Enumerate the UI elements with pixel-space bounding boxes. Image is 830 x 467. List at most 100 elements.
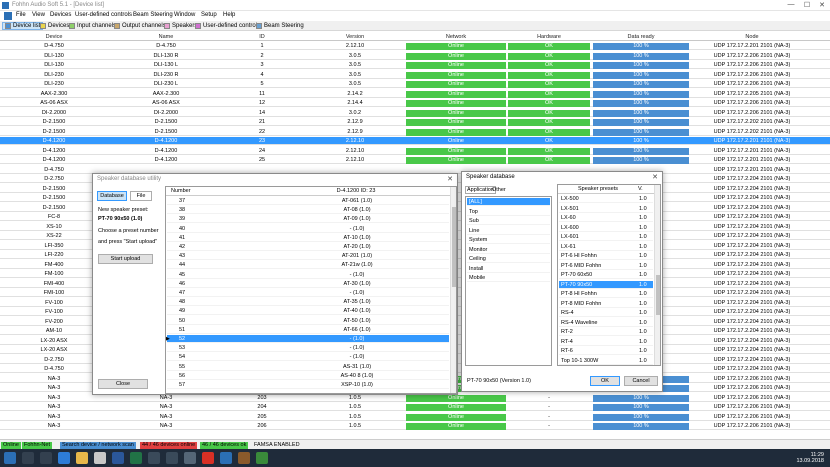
table-row[interactable]: DLI-130 DLI-130 R 2 3.0.5 Online OK 100 % UDP 1… <box>0 52 830 60</box>
menu-beam-steering[interactable]: Beam Steering <box>133 12 173 18</box>
edge-icon[interactable] <box>58 452 70 464</box>
speaker-preset-item[interactable]: RS-4 1.0 <box>559 309 653 317</box>
toolbar-devices[interactable]: Devices <box>40 22 69 30</box>
search-icon[interactable] <box>22 452 34 464</box>
preset-slot-item[interactable]: 57 XSP-10 (1.0) <box>167 381 449 389</box>
preset-slot-item[interactable]: 49 AT-40 (1.0) <box>167 307 449 316</box>
ok-button[interactable]: OK <box>590 376 620 386</box>
speaker-preset-item[interactable]: PT-70 90x50 1.0 <box>559 280 653 289</box>
speaker-preset-item[interactable]: PT-6 HI Fohhn 1.0 <box>559 252 653 260</box>
start-icon[interactable] <box>4 452 16 464</box>
table-row[interactable]: D-4.1200 D-4.1200 25 2.12.10 Online OK 100 % UD… <box>0 156 830 164</box>
tab-file[interactable]: File <box>130 191 152 201</box>
preset-slot-scrollbar[interactable] <box>450 187 456 393</box>
speaker-preset-item[interactable]: PT-8 HI Fohhn 1.0 <box>559 290 653 298</box>
table-row[interactable]: D-4.1200 D-4.1200 24 2.12.10 Online OK 100 % UD… <box>0 147 830 155</box>
toolbar-device-list[interactable]: Device list <box>2 22 44 30</box>
chrome-icon[interactable] <box>202 452 214 464</box>
speaker-preset-item[interactable]: LX-501 1.0 <box>559 205 653 213</box>
preset-slot-item[interactable]: 50 AT-50 (1.0) <box>167 317 449 325</box>
category-item[interactable]: Line <box>467 227 550 235</box>
speaker-preset-item[interactable]: LX-60 1.0 <box>559 214 653 222</box>
speaker-database-close-icon[interactable]: ✕ <box>652 173 658 181</box>
close-button[interactable]: Close <box>98 379 148 389</box>
col-name[interactable]: Name <box>112 34 220 40</box>
menu-view[interactable]: View <box>32 12 45 18</box>
close-button[interactable]: ✕ <box>815 1 829 9</box>
preset-slot-item[interactable]: 43 AT-201 (1.0) <box>167 252 449 261</box>
speaker-preset-item[interactable]: LX-61 1.0 <box>559 243 653 251</box>
col-hardware[interactable]: Hardware <box>508 34 590 40</box>
speaker-preset-item[interactable]: RS-4 Waveline 1.0 <box>559 319 653 327</box>
table-row[interactable]: AAX-2.300 AAX-2.300 11 2.14.2 Online OK 100 % U… <box>0 90 830 98</box>
preset-slot-item[interactable]: 48 AT-35 (1.0) <box>167 298 449 307</box>
speaker-preset-scrollbar[interactable] <box>654 185 660 365</box>
dialog-close-icon[interactable]: ✕ <box>447 175 453 183</box>
table-row[interactable]: D-4.750 D-4.750 1 2.12.10 Online OK 100 % UDP 1… <box>0 42 830 50</box>
col-network[interactable]: Network <box>406 34 506 40</box>
category-item[interactable]: [ALL] <box>467 198 550 206</box>
speaker-preset-item[interactable]: LX-500 1.0 <box>559 195 653 203</box>
toolbar-speakers[interactable]: Speakers <box>164 22 197 30</box>
app-icon-5[interactable] <box>256 452 268 464</box>
category-item[interactable]: Mobile <box>467 274 550 282</box>
table-row[interactable]: DLI-130 DLI-130 L 3 3.0.5 Online OK 100 % UDP 1… <box>0 61 830 69</box>
preset-slot-item[interactable]: 41 AT-10 (1.0) <box>167 234 449 242</box>
preset-slot-item[interactable]: 54 - (1.0) <box>167 353 449 362</box>
tab-database[interactable]: Database <box>97 191 127 201</box>
preset-slot-item[interactable]: 40 - (1.0) <box>167 225 449 233</box>
table-row[interactable]: D-2.1500 D-2.1500 22 2.12.9 Online OK 100 % UDP… <box>0 128 830 136</box>
category-item[interactable]: Top <box>467 208 550 216</box>
preset-slot-item[interactable]: 38 AT-08 (1.0) <box>167 206 449 215</box>
col-data-ready[interactable]: Data ready <box>593 34 689 40</box>
task-view-icon[interactable] <box>40 452 52 464</box>
toolbar-user-defined-controls[interactable]: User-defined controls <box>195 22 260 30</box>
table-row[interactable]: DLI-230 DLI-230 L 5 3.0.5 Online OK 100 % UDP 1… <box>0 80 830 88</box>
preset-slot-item[interactable]: 56 AS-40 8 (1.0) <box>167 372 449 380</box>
word-icon[interactable] <box>112 452 124 464</box>
speaker-preset-item[interactable]: PT-70 60x50 1.0 <box>559 271 653 279</box>
preset-slot-item[interactable]: 52 - (1.0) ▶ <box>166 335 449 343</box>
preset-slot-item[interactable]: 42 AT-20 (1.0) <box>167 243 449 251</box>
toolbar-input-channels[interactable]: Input channels <box>69 22 116 30</box>
maximize-button[interactable]: ☐ <box>800 1 814 9</box>
clock[interactable]: 11:29 13.09.2018 <box>796 452 824 464</box>
excel-icon[interactable] <box>130 452 142 464</box>
minimize-button[interactable]: — <box>784 1 798 8</box>
table-row[interactable]: DI-2.2000 DI-2.2000 14 3.0.2 Online OK 100 % UD… <box>0 109 830 117</box>
preset-slot-item[interactable]: 44 AT-21w (1.0) <box>167 261 449 270</box>
preset-slot-item[interactable]: 46 AT-30 (1.0) <box>167 280 449 288</box>
cancel-button[interactable]: Cancel <box>624 376 658 386</box>
speaker-preset-item[interactable]: LX-600 1.0 <box>559 224 653 232</box>
start-upload-button[interactable]: Start upload <box>98 254 153 264</box>
table-row[interactable]: D-2.1500 D-2.1500 21 2.12.9 Online OK 100 % UDP… <box>0 118 830 126</box>
category-item[interactable]: Ceiling <box>467 255 550 263</box>
app-menu-icon[interactable] <box>4 12 12 20</box>
col-node[interactable]: Node <box>693 34 811 40</box>
preset-slot-item[interactable]: 47 - (1.0) <box>167 289 449 297</box>
menu-file[interactable]: File <box>16 12 26 18</box>
store-icon[interactable] <box>94 452 106 464</box>
menu-setup[interactable]: Setup <box>201 12 217 18</box>
app-icon-4[interactable] <box>238 452 250 464</box>
preset-slot-item[interactable]: 53 - (1.0) <box>167 344 449 353</box>
app-icon-2[interactable] <box>166 452 178 464</box>
col-id[interactable]: ID <box>222 34 302 40</box>
preset-slot-item[interactable]: 51 AT-66 (1.0) <box>167 326 449 334</box>
table-row[interactable]: NA-3 NA-3 206 1.0.5 Online - 100 % UDP 172.17.2… <box>0 422 830 430</box>
category-item[interactable]: System <box>467 236 550 244</box>
table-row[interactable]: DLI-230 DLI-230 R 4 3.0.5 Online OK 100 % UDP 1… <box>0 71 830 79</box>
scroll-thumb[interactable] <box>452 207 456 287</box>
category-item[interactable]: Monitor <box>467 246 550 254</box>
preset-slot-item[interactable]: 55 AS-31 (1.0) <box>167 363 449 371</box>
table-row[interactable]: AS-06 ASX AS-06 ASX 12 2.14.4 Online OK 100 % U… <box>0 99 830 107</box>
speaker-preset-item[interactable]: RT-4 1.0 <box>559 338 653 346</box>
preset-slot-item[interactable]: 37 AT-061 (1.0) <box>167 197 449 205</box>
file-explorer-icon[interactable] <box>76 452 88 464</box>
speaker-preset-item[interactable]: RT-2 1.0 <box>559 328 653 336</box>
preset-slot-item[interactable]: 39 AT-09 (1.0) <box>167 215 449 224</box>
speaker-preset-item[interactable]: RT-6 1.0 <box>559 347 653 355</box>
preset-slot-item[interactable]: 45 - (1.0) <box>167 271 449 279</box>
speaker-preset-item[interactable]: PT-6 MID Fohhn 1.0 <box>559 262 653 270</box>
speaker-preset-item[interactable]: LX-601 1.0 <box>559 233 653 241</box>
